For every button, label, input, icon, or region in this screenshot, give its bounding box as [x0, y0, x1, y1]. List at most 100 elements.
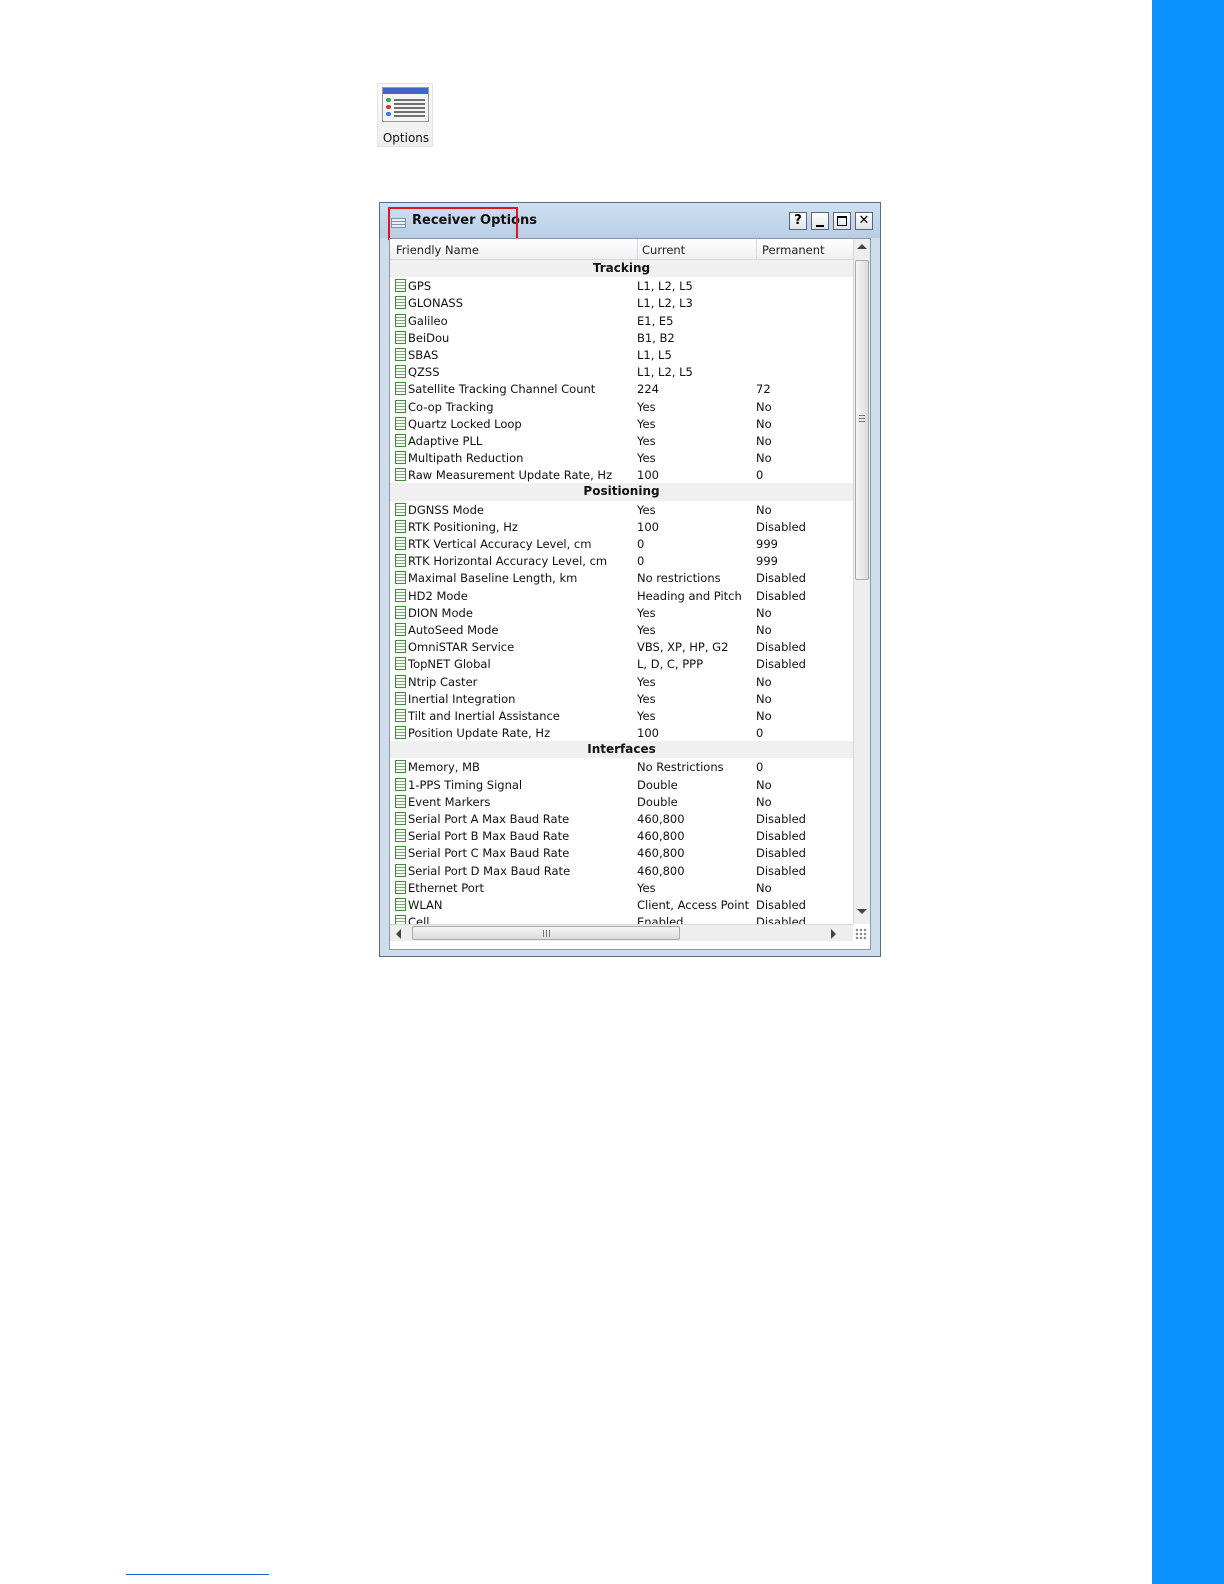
option-item-icon — [395, 537, 406, 550]
option-permanent-value: Disabled — [756, 829, 806, 844]
option-item-icon — [395, 433, 406, 447]
horizontal-scrollbar[interactable] — [390, 924, 853, 941]
option-current-value: Heading and Pitch — [637, 588, 742, 603]
option-row[interactable]: RTK Positioning, Hz 100 Disabled — [390, 518, 853, 535]
scroll-right-icon[interactable] — [831, 929, 836, 939]
option-current-value: 460,800 — [637, 829, 685, 844]
option-row[interactable]: Multipath Reduction Yes No — [390, 449, 853, 466]
option-item-icon — [395, 519, 406, 533]
vertical-scroll-thumb[interactable] — [855, 260, 869, 580]
option-row[interactable]: Ethernet Port Yes No — [390, 879, 853, 896]
option-item-icon — [395, 863, 406, 877]
option-row[interactable]: Tilt and Inertial Assistance Yes No — [390, 707, 853, 724]
option-name: Memory, MB — [408, 760, 480, 775]
option-current-value: Yes — [637, 622, 656, 637]
option-row[interactable]: RTK Horizontal Accuracy Level, cm 0 999 — [390, 552, 853, 569]
option-row[interactable]: TopNET Global L, D, C, PPP Disabled — [390, 655, 853, 672]
horizontal-scroll-thumb[interactable] — [412, 926, 680, 940]
scroll-down-icon[interactable] — [857, 909, 867, 914]
option-row[interactable]: WLAN Client, Access Point Disabled — [390, 896, 853, 913]
option-current-value: Yes — [637, 399, 656, 414]
column-current[interactable]: Current — [642, 243, 685, 257]
option-row[interactable]: Satellite Tracking Channel Count 224 72 — [390, 380, 853, 397]
option-row[interactable]: Quartz Locked Loop Yes No — [390, 415, 853, 432]
title-highlight-box — [388, 207, 518, 240]
help-button[interactable]: ? — [789, 212, 807, 230]
option-row[interactable]: Serial Port D Max Baud Rate 460,800 Disabl… — [390, 862, 853, 879]
option-item-icon — [395, 399, 406, 413]
option-row[interactable]: HD2 Mode Heading and Pitch Disabled — [390, 587, 853, 604]
option-row[interactable]: Serial Port A Max Baud Rate 460,800 Disabl… — [390, 810, 853, 827]
option-row[interactable]: RTK Vertical Accuracy Level, cm 0 999 — [390, 535, 853, 552]
option-item-icon — [395, 812, 406, 825]
option-item-icon — [395, 347, 406, 361]
option-row[interactable]: DION Mode Yes No — [390, 604, 853, 621]
option-row[interactable]: Memory, MB No Restrictions 0 — [390, 758, 853, 775]
option-row[interactable]: Inertial Integration Yes No — [390, 690, 853, 707]
option-current-value: 0 — [637, 537, 645, 551]
option-current-value: Double — [637, 794, 678, 809]
option-row[interactable]: OmniSTAR Service VBS, XP, HP, G2 Disabled — [390, 638, 853, 655]
close-button[interactable]: ✕ — [855, 212, 873, 230]
minimize-button[interactable] — [811, 212, 829, 230]
column-permanent[interactable]: Permanent — [762, 243, 825, 257]
option-permanent-value: Disabled — [756, 897, 806, 912]
option-name: RTK Positioning, Hz — [408, 519, 518, 534]
option-row[interactable]: Maximal Baseline Length, km No restrictio… — [390, 569, 853, 586]
option-row[interactable]: Cell Enabled Disabled — [390, 913, 853, 924]
column-friendly-name[interactable]: Friendly Name — [396, 243, 479, 257]
option-row[interactable]: SBAS L1, L5 — [390, 346, 853, 363]
option-name: Adaptive PLL — [408, 433, 483, 448]
scroll-up-icon[interactable] — [857, 244, 867, 249]
option-row[interactable]: Adaptive PLL Yes No — [390, 432, 853, 449]
option-row[interactable]: Event Markers Double No — [390, 793, 853, 810]
option-row[interactable]: GPS L1, L2, L5 — [390, 277, 853, 294]
option-row[interactable]: AutoSeed Mode Yes No — [390, 621, 853, 638]
option-name: SBAS — [408, 347, 439, 362]
option-current-value: Yes — [637, 674, 656, 689]
option-name: QZSS — [408, 365, 440, 380]
option-current-value: No restrictions — [637, 571, 721, 586]
option-permanent-value: No — [756, 502, 772, 517]
option-permanent-value: 999 — [756, 537, 778, 551]
option-row[interactable]: Galileo E1, E5 — [390, 312, 853, 329]
option-current-value: L1, L2, L3 — [637, 296, 693, 311]
option-permanent-value: Disabled — [756, 519, 806, 534]
option-item-icon — [395, 451, 406, 465]
maximize-button[interactable] — [833, 212, 851, 230]
option-row[interactable]: Co-op Tracking Yes No — [390, 398, 853, 415]
option-row[interactable]: 1-PPS Timing Signal Double No — [390, 776, 853, 793]
option-row[interactable]: GLONASS L1, L2, L3 — [390, 294, 853, 311]
option-name: Tilt and Inertial Assistance — [408, 708, 560, 723]
option-permanent-value: Disabled — [756, 588, 806, 603]
option-name: OmniSTAR Service — [408, 640, 515, 655]
option-permanent-value: No — [756, 691, 772, 706]
option-permanent-value: No — [756, 880, 772, 895]
option-row[interactable]: Raw Measurement Update Rate, Hz 100 0 — [390, 466, 853, 483]
option-row[interactable]: DGNSS Mode Yes No — [390, 501, 853, 518]
scroll-left-icon[interactable] — [396, 929, 401, 939]
option-row[interactable]: Serial Port C Max Baud Rate 460,800 Disabl… — [390, 844, 853, 861]
option-current-value: Yes — [637, 416, 656, 431]
option-name: BeiDou — [408, 330, 450, 345]
option-row[interactable]: Position Update Rate, Hz 100 0 — [390, 724, 853, 741]
option-current-value: 100 — [637, 519, 659, 534]
option-current-value: 224 — [637, 382, 659, 397]
vertical-scrollbar[interactable] — [853, 239, 870, 924]
option-name: TopNET Global — [408, 657, 491, 672]
option-row[interactable]: Ntrip Caster Yes No — [390, 673, 853, 690]
option-row[interactable]: Serial Port B Max Baud Rate 460,800 Disabl… — [390, 827, 853, 844]
minimize-icon — [816, 225, 824, 227]
title-bar[interactable]: Receiver Options ? ✕ — [380, 203, 880, 240]
option-permanent-value: Disabled — [756, 863, 806, 878]
option-name: Quartz Locked Loop — [408, 416, 522, 431]
options-launcher[interactable]: Options — [377, 83, 433, 147]
option-current-value: Yes — [637, 451, 656, 466]
option-current-value: Yes — [637, 691, 656, 706]
option-name: GPS — [408, 279, 432, 294]
resize-grip-icon[interactable] — [855, 928, 867, 940]
option-row[interactable]: QZSS L1, L2, L5 — [390, 363, 853, 380]
option-row[interactable]: BeiDou B1, B2 — [390, 329, 853, 346]
option-current-value: 100 — [637, 726, 659, 741]
option-name: WLAN — [408, 897, 443, 912]
